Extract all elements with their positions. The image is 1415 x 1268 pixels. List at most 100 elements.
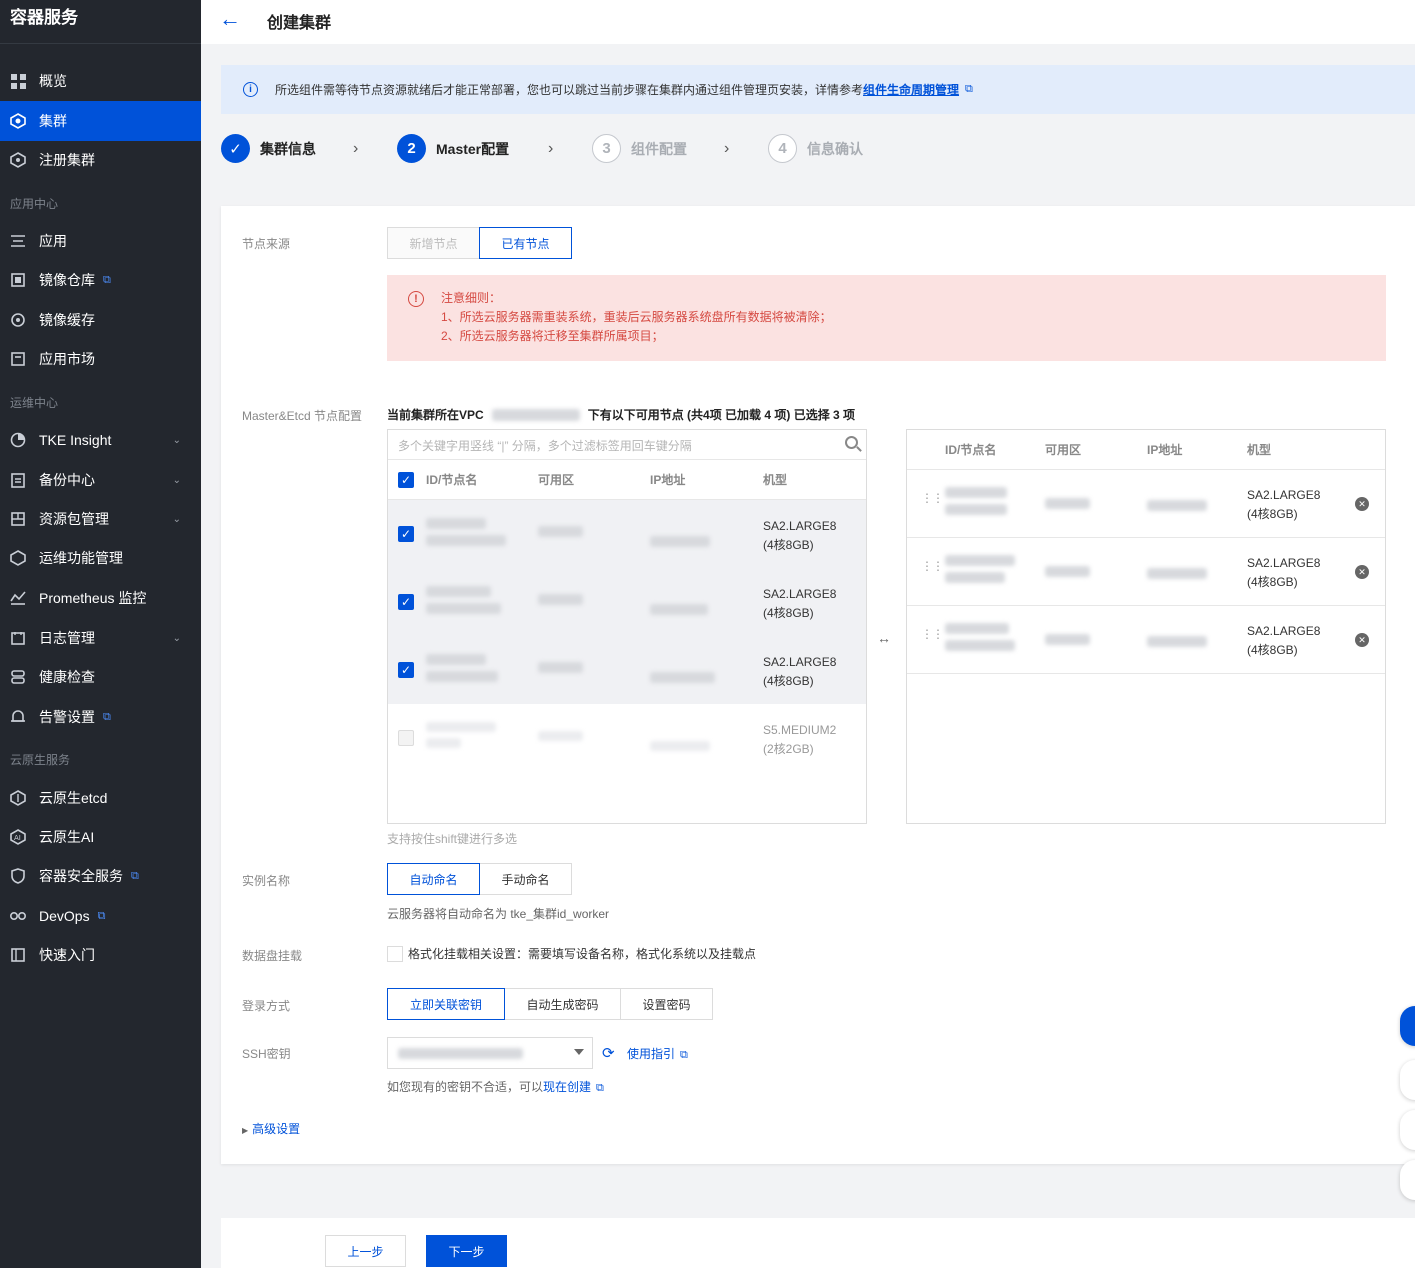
drag-handle-icon[interactable]: ⋮⋮ — [921, 560, 944, 572]
sidebar-item-cluster[interactable]: 集群 — [0, 101, 201, 141]
auto-password-option[interactable]: 自动生成密码 — [504, 988, 621, 1020]
zone-redacted — [538, 662, 583, 676]
table-row[interactable]: S5.MEDIUM2 (2核2GB) — [388, 704, 866, 772]
instance-type-name: SA2.LARGE8 — [763, 655, 837, 669]
node-search-input[interactable]: 多个关键字用竖线 “|” 分隔，多个过滤标签用回车键分隔 — [388, 430, 866, 460]
sidebar-item-label: 应用 — [39, 233, 67, 249]
app-icon — [10, 233, 26, 249]
zone-redacted — [538, 594, 583, 608]
ip-redacted — [650, 672, 715, 686]
node-id-redacted — [426, 518, 506, 546]
node-id-redacted — [426, 722, 496, 748]
sidebar-item-security[interactable]: 容器安全服务 ⧉ — [0, 856, 201, 896]
new-node-option[interactable]: 新增节点 — [387, 227, 480, 259]
monitor-icon — [10, 590, 26, 606]
sidebar-item-log[interactable]: 日志管理 ⌄ — [0, 618, 201, 658]
sidebar-item-alarm[interactable]: 告警设置 ⧉ — [0, 697, 201, 737]
warning-box: ! 注意细则： 1、所选云服务器需重装系统，重装后云服务器系统盘所有数据将被清除… — [387, 275, 1386, 361]
floating-tool-button[interactable] — [1400, 1110, 1415, 1150]
refresh-icon[interactable]: ⟳ — [602, 1044, 615, 1062]
drag-handle-icon[interactable]: ⋮⋮ — [921, 628, 944, 640]
table-header: ID/节点名 可用区 IP地址 机型 — [907, 430, 1385, 470]
row-checkbox[interactable]: ✓ — [398, 526, 414, 542]
sidebar-item-market[interactable]: 应用市场 — [0, 339, 201, 379]
sidebar-item-ai[interactable]: AI 云原生AI — [0, 817, 201, 857]
sidebar-item-overview[interactable]: 概览 — [0, 61, 201, 101]
advanced-settings-toggle[interactable]: ▶ 高级设置 — [242, 1120, 300, 1137]
prev-step-button[interactable]: 上一步 — [325, 1235, 406, 1267]
data-disk-checkbox[interactable] — [387, 945, 403, 962]
set-password-option[interactable]: 设置密码 — [620, 988, 713, 1020]
instance-name-hint: 云服务器将自动命名为 tke_集群id_worker — [387, 907, 610, 921]
backup-icon — [10, 472, 26, 488]
sidebar-item-register-cluster[interactable]: 注册集群 — [0, 140, 201, 180]
sidebar-item-tke-insight[interactable]: TKE Insight ⌄ — [0, 420, 201, 460]
floating-tool-button[interactable] — [1400, 1060, 1415, 1100]
step-label: 组件配置 — [631, 140, 687, 157]
sidebar-item-label: 快速入门 — [39, 947, 95, 963]
sidebar-item-app[interactable]: 应用 — [0, 221, 201, 261]
node-id-redacted — [426, 586, 501, 614]
row-checkbox[interactable]: ✓ — [398, 662, 414, 678]
step-master-config: 2 Master配置 — [397, 134, 509, 163]
sidebar-item-etcd[interactable]: 云原生etcd — [0, 778, 201, 818]
column-header: ID/节点名 — [426, 473, 478, 487]
sidebar-item-package[interactable]: 资源包管理 ⌄ — [0, 499, 201, 539]
search-icon[interactable] — [845, 436, 858, 449]
ip-redacted — [1147, 500, 1207, 514]
market-icon — [10, 351, 26, 367]
search-placeholder: 多个关键字用竖线 “|” 分隔，多个过滤标签用回车键分隔 — [398, 439, 692, 453]
sidebar-item-label: 容器安全服务 — [39, 868, 123, 884]
existing-node-option[interactable]: 已有节点 — [479, 227, 572, 259]
sidebar-item-label: DevOps — [39, 908, 90, 924]
remove-icon[interactable]: ✕ — [1355, 497, 1369, 511]
sidebar-item-quickstart[interactable]: 快速入门 — [0, 935, 201, 975]
sidebar-item-label: 镜像缓存 — [39, 312, 95, 328]
sidebar-item-devops[interactable]: DevOps ⧉ — [0, 896, 201, 936]
row-checkbox[interactable] — [398, 730, 414, 746]
drag-handle-icon[interactable]: ⋮⋮ — [921, 492, 944, 504]
check-icon: ✓ — [221, 134, 250, 163]
sidebar-item-ops[interactable]: 运维功能管理 — [0, 538, 201, 578]
advanced-settings-label: 高级设置 — [252, 1122, 301, 1136]
floating-tool-button[interactable] — [1400, 1160, 1415, 1200]
ip-redacted — [650, 604, 708, 618]
table-row[interactable]: ✓ SA2.LARGE8 (4核8GB) — [388, 500, 866, 568]
table-row[interactable]: ✓ SA2.LARGE8 (4核8GB) — [388, 568, 866, 636]
page-title: 创建集群 — [267, 15, 332, 32]
node-source-label: 节点来源 — [242, 237, 291, 251]
sidebar-item-prometheus[interactable]: Prometheus 监控 — [0, 578, 201, 618]
select-all-checkbox[interactable]: ✓ — [398, 471, 414, 488]
instance-type: SA2.LARGE8 (4核8GB) — [1247, 554, 1320, 592]
external-link-icon[interactable]: ⧉ — [965, 83, 973, 96]
usage-guide-link[interactable]: 使用指引 ⧉ — [627, 1045, 688, 1062]
create-key-link[interactable]: 现在创建 — [543, 1080, 591, 1094]
instance-type: SA2.LARGE8 (4核8GB) — [1247, 622, 1320, 660]
manual-name-option[interactable]: 手动命名 — [479, 863, 572, 895]
sidebar-item-image-cache[interactable]: 镜像缓存 — [0, 300, 201, 340]
insight-icon — [10, 432, 26, 448]
remove-icon[interactable]: ✕ — [1355, 565, 1369, 579]
instance-name-selector: 自动命名 手动命名 — [387, 863, 572, 895]
table-row[interactable]: ✓ SA2.LARGE8 (4核8GB) — [388, 636, 866, 704]
table-header: ✓ ID/节点名 可用区 IP地址 机型 — [388, 460, 866, 500]
associate-key-option[interactable]: 立即关联密钥 — [387, 988, 505, 1020]
sidebar-item-image-repo[interactable]: 镜像仓库 ⧉ — [0, 260, 201, 300]
row-checkbox[interactable]: ✓ — [398, 594, 414, 610]
sidebar-item-health[interactable]: 健康检查 — [0, 657, 201, 697]
sidebar-item-backup[interactable]: 备份中心 ⌄ — [0, 460, 201, 500]
banner-link[interactable]: 组件生命周期管理 — [863, 81, 959, 98]
zone-redacted — [1045, 634, 1090, 648]
warning-title: 注意细则： — [441, 291, 502, 305]
node-id-redacted — [945, 555, 1015, 583]
next-step-button[interactable]: 下一步 — [426, 1235, 507, 1267]
floating-help-button[interactable] — [1400, 1006, 1415, 1046]
auto-name-option[interactable]: 自动命名 — [387, 863, 480, 895]
instance-type: SA2.LARGE8 (4核8GB) — [763, 585, 836, 623]
back-arrow-icon[interactable]: ← — [219, 6, 241, 32]
sidebar-item-label: 日志管理 — [39, 630, 95, 646]
package-icon — [10, 511, 26, 527]
ssh-key-select[interactable] — [387, 1037, 593, 1069]
remove-icon[interactable]: ✕ — [1355, 633, 1369, 647]
data-disk-checkbox-row[interactable]: 格式化挂载相关设置：需要填写设备名称，格式化系统以及挂载点 — [387, 945, 756, 962]
